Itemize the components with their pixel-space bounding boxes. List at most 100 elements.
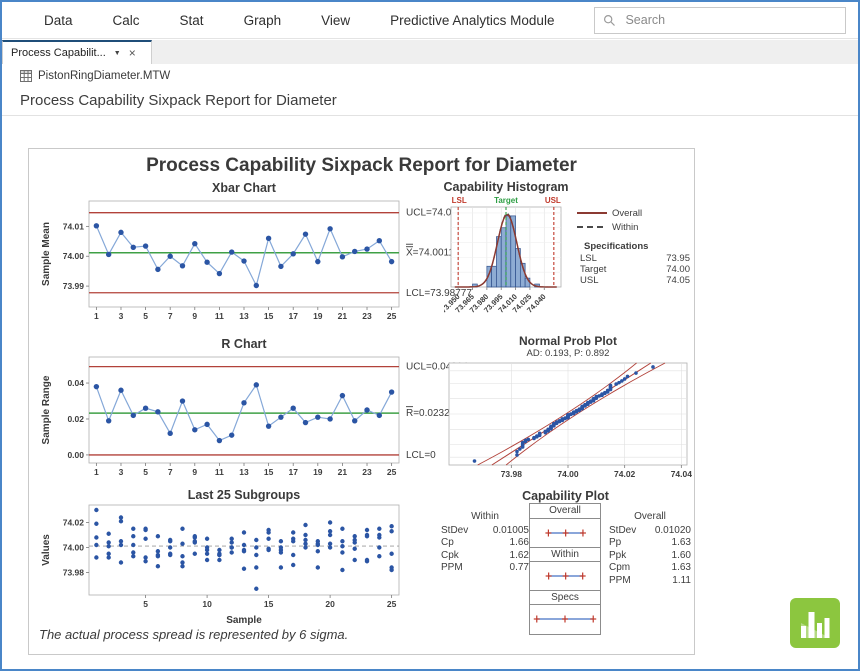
tab-label: Process Capabilit... bbox=[11, 47, 106, 59]
capability-plot: Capability Plot WithinStDev0.01005Cp1.66C… bbox=[437, 487, 694, 649]
svg-text:20: 20 bbox=[325, 599, 335, 609]
menu-item-calc[interactable]: Calc bbox=[113, 13, 140, 28]
svg-text:3: 3 bbox=[119, 311, 124, 321]
report-heading: Process Capability Sixpack Report for Di… bbox=[20, 92, 337, 109]
svg-text:21: 21 bbox=[338, 467, 348, 477]
svg-text:11: 11 bbox=[215, 467, 224, 477]
svg-text:Target: Target bbox=[494, 196, 518, 205]
normal-prob-plot: Normal Prob PlotAD: 0.193, P: 0.892 73.98… bbox=[441, 335, 694, 487]
svg-text:Overall: Overall bbox=[612, 208, 642, 219]
tab-dropdown-icon[interactable]: ▼ bbox=[114, 50, 121, 57]
menu-item-data[interactable]: Data bbox=[44, 13, 73, 28]
svg-text:13: 13 bbox=[239, 311, 249, 321]
svg-text:74.00: 74.00 bbox=[557, 469, 579, 479]
svg-text:Sample Mean: Sample Mean bbox=[41, 222, 52, 286]
search-input[interactable] bbox=[623, 12, 837, 28]
svg-text:Normal Prob Plot: Normal Prob Plot bbox=[519, 335, 617, 348]
worksheet-row[interactable]: PistonRingDiameter.MTW bbox=[20, 70, 170, 82]
svg-text:11: 11 bbox=[215, 311, 224, 321]
svg-text:0.04: 0.04 bbox=[67, 378, 84, 388]
svg-text:Xbar Chart: Xbar Chart bbox=[212, 181, 277, 195]
svg-text:74.02: 74.02 bbox=[63, 518, 85, 528]
svg-text:21: 21 bbox=[338, 311, 348, 321]
svg-text:15: 15 bbox=[264, 311, 274, 321]
svg-text:0.00: 0.00 bbox=[67, 450, 84, 460]
search-box[interactable] bbox=[594, 7, 846, 34]
overall-stats: OverallStDev0.01020Pp1.63Ppk1.60Cpm1.63P… bbox=[609, 511, 691, 587]
graph-main-title: Process Capability Sixpack Report for Di… bbox=[29, 155, 694, 177]
svg-text:74.05: 74.05 bbox=[666, 275, 690, 286]
svg-text:9: 9 bbox=[192, 311, 197, 321]
menu-items: Data Calc Stat Graph View Predictive Analytic… bbox=[44, 13, 554, 28]
svg-text:25: 25 bbox=[387, 467, 397, 477]
svg-text:Values: Values bbox=[41, 534, 52, 566]
svg-text:17: 17 bbox=[288, 311, 298, 321]
svg-text:74.00: 74.00 bbox=[63, 543, 85, 553]
svg-text:1: 1 bbox=[94, 467, 99, 477]
svg-text:R Chart: R Chart bbox=[221, 337, 267, 351]
menu-item-view[interactable]: View bbox=[321, 13, 350, 28]
svg-text:Within: Within bbox=[612, 222, 638, 233]
svg-text:Specifications: Specifications bbox=[584, 241, 648, 252]
svg-text:5: 5 bbox=[143, 599, 148, 609]
svg-text:15: 15 bbox=[264, 599, 274, 609]
svg-text:23: 23 bbox=[362, 467, 372, 477]
svg-text:23: 23 bbox=[362, 311, 372, 321]
svg-text:19: 19 bbox=[313, 311, 323, 321]
minitab-graph-icon[interactable] bbox=[790, 598, 840, 648]
svg-text:73.98: 73.98 bbox=[63, 568, 85, 578]
menu-item-predictive-analytics-module[interactable]: Predictive Analytics Module bbox=[390, 13, 554, 28]
svg-text:Capability Histogram: Capability Histogram bbox=[444, 180, 569, 194]
svg-text:74.00: 74.00 bbox=[666, 264, 690, 275]
svg-text:0.02: 0.02 bbox=[67, 414, 84, 424]
svg-text:74.00: 74.00 bbox=[63, 251, 85, 261]
svg-text:74.04: 74.04 bbox=[671, 469, 693, 479]
svg-text:25: 25 bbox=[387, 599, 397, 609]
svg-text:73.99: 73.99 bbox=[63, 281, 85, 291]
interval-label-within: Within bbox=[530, 547, 600, 562]
capability-histogram: Capability HistogramLSLTargetUSL73.95073… bbox=[444, 179, 694, 331]
svg-text:74.02: 74.02 bbox=[614, 469, 636, 479]
svg-text:15: 15 bbox=[264, 467, 274, 477]
interval-label-overall: Overall bbox=[530, 504, 600, 519]
menu-item-graph[interactable]: Graph bbox=[244, 13, 282, 28]
search-icon bbox=[603, 14, 616, 27]
svg-text:7: 7 bbox=[168, 311, 173, 321]
svg-text:Sample Range: Sample Range bbox=[41, 375, 52, 444]
svg-text:LCL=0: LCL=0 bbox=[406, 450, 436, 461]
worksheet-grid-icon bbox=[20, 70, 32, 82]
tab-close-icon[interactable]: × bbox=[129, 47, 136, 59]
svg-text:Last 25 Subgroups: Last 25 Subgroups bbox=[188, 489, 301, 502]
svg-text:5: 5 bbox=[143, 467, 148, 477]
svg-text:Sample: Sample bbox=[226, 615, 262, 626]
svg-text:USL: USL bbox=[580, 275, 598, 286]
within-stats: WithinStDev0.01005Cp1.66Cpk1.62PPM0.77 bbox=[441, 511, 529, 575]
last-25-subgroups-plot: Last 25 Subgroups Values 73.98 74.00 74.02 5 1… bbox=[37, 489, 437, 629]
svg-text:LSL: LSL bbox=[580, 253, 597, 264]
svg-text:AD: 0.193, P: 0.892: AD: 0.193, P: 0.892 bbox=[527, 348, 610, 359]
header-divider bbox=[2, 115, 858, 116]
svg-text:Target: Target bbox=[580, 264, 607, 275]
svg-text:5: 5 bbox=[143, 311, 148, 321]
sigma-footnote: The actual process spread is represented… bbox=[39, 627, 348, 642]
interval-label-specs: Specs bbox=[530, 590, 600, 605]
sixpack-graph-panel: Process Capability Sixpack Report for Di… bbox=[28, 148, 695, 655]
svg-text:7: 7 bbox=[168, 467, 173, 477]
svg-text:73.98: 73.98 bbox=[501, 469, 523, 479]
svg-text:1: 1 bbox=[94, 311, 99, 321]
tab-process-capability[interactable]: Process Capabilit... ▼ × bbox=[2, 40, 152, 64]
svg-text:10: 10 bbox=[202, 599, 212, 609]
svg-text:USL: USL bbox=[545, 196, 561, 205]
r-chart: R ChartSample Range0.000.020.04135791113… bbox=[37, 335, 485, 487]
svg-text:3: 3 bbox=[119, 467, 124, 477]
svg-text:13: 13 bbox=[239, 467, 249, 477]
interval-column: Overall Within Specs bbox=[529, 503, 601, 635]
worksheet-name: PistonRingDiameter.MTW bbox=[38, 70, 170, 82]
svg-text:9: 9 bbox=[192, 467, 197, 477]
svg-text:25: 25 bbox=[387, 311, 397, 321]
capability-plot-title: Capability Plot bbox=[437, 489, 694, 503]
menu-item-stat[interactable]: Stat bbox=[180, 13, 204, 28]
menu-bar: Data Calc Stat Graph View Predictive Analytic… bbox=[2, 2, 858, 39]
svg-text:17: 17 bbox=[288, 467, 298, 477]
xbar-chart: Xbar ChartSample Mean73.9974.0074.011357… bbox=[37, 179, 485, 335]
